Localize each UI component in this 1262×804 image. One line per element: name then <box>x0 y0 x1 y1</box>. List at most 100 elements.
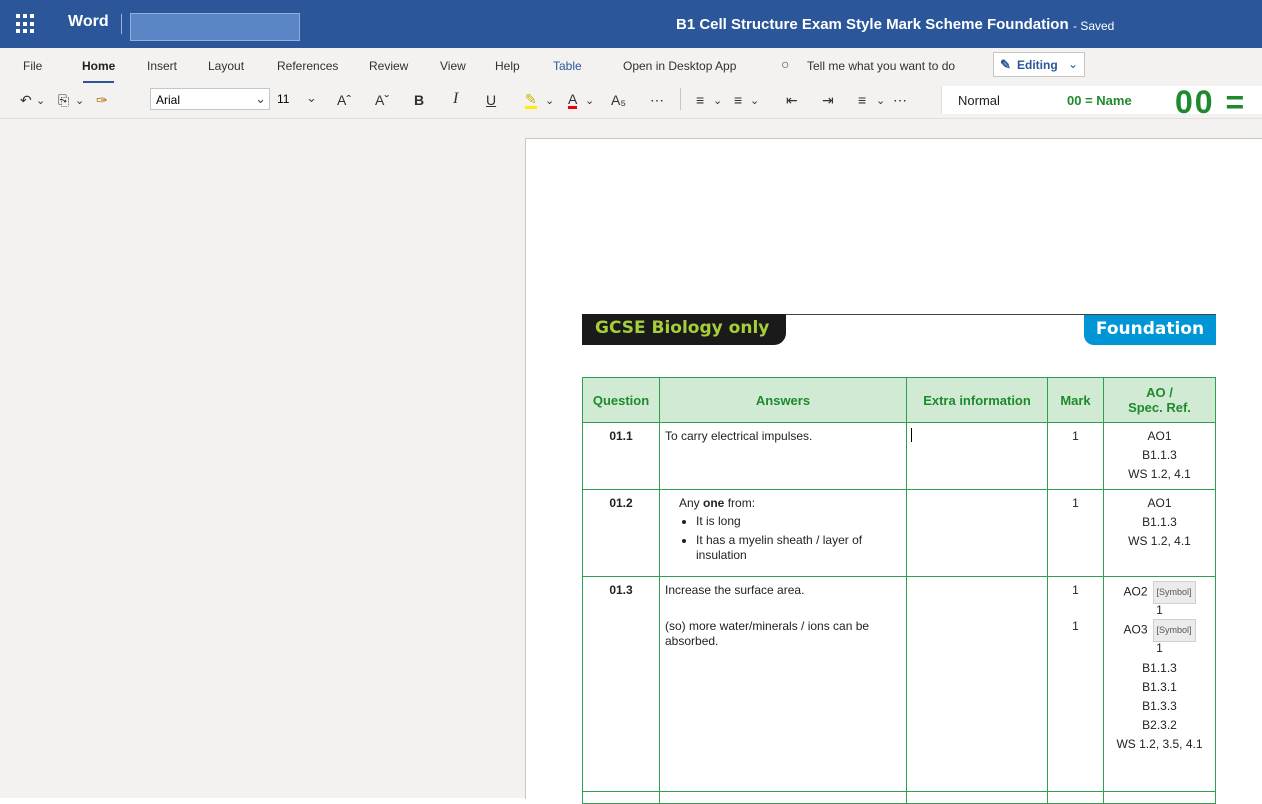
answer-bullets: It is long It has a myelin sheath / laye… <box>679 514 901 563</box>
highlight-icon[interactable]: ✎ <box>525 92 537 109</box>
mark-cell[interactable]: 1 <box>1047 422 1104 490</box>
save-status: - Saved <box>1073 19 1115 33</box>
answer-bold: one <box>703 496 725 510</box>
ao-line: AO1 <box>1147 496 1172 510</box>
mark-value: 1 <box>1072 619 1079 633</box>
increase-indent-icon[interactable]: ⇥ <box>822 92 834 109</box>
ao-line: WS 1.2, 3.5, 4.1 <box>1116 737 1203 751</box>
tab-table[interactable]: Table <box>553 59 582 73</box>
paste-icon[interactable]: ⎘ <box>58 92 69 109</box>
ao-cell[interactable]: AO1 B1.1.3 WS 1.2, 4.1 <box>1103 489 1216 577</box>
table-row[interactable]: 01.2 Any one from: It is long It has a m… <box>582 489 1216 577</box>
text-cursor <box>911 428 912 442</box>
style-big-heading[interactable]: 00 = <box>1175 84 1246 121</box>
header-ao-line2: Spec. Ref. <box>1128 400 1191 415</box>
divider <box>121 14 122 34</box>
undo-icon[interactable]: ↶ <box>20 92 32 109</box>
ao-line: AO2 [Symbol] <box>1104 581 1215 604</box>
extra-cell[interactable] <box>906 576 1048 792</box>
font-name-value: Arial <box>156 93 181 107</box>
chevron-down-icon[interactable]: ⌄ <box>876 94 885 107</box>
answer-cell[interactable]: Any one from: It is long It has a myelin… <box>659 489 907 577</box>
font-color-icon[interactable]: A <box>568 92 578 109</box>
ao-line: AO1 <box>1147 429 1172 443</box>
question-number[interactable]: 01.2 <box>582 489 660 577</box>
bold-icon[interactable]: B <box>414 92 424 108</box>
ao-cell[interactable]: AO2 [Symbol] 1 AO3 [Symbol] 1 B1.1.3 B1.3.… <box>1103 576 1216 792</box>
shrink-font-icon[interactable]: Aˇ <box>375 92 389 108</box>
ao-code: AO3 <box>1123 622 1148 637</box>
font-size-value: 11 <box>277 92 290 106</box>
chevron-down-icon[interactable]: ⌄ <box>750 94 759 107</box>
chevron-down-icon[interactable]: ⌄ <box>585 94 594 107</box>
ao-line: B1.1.3 <box>1142 515 1177 529</box>
lightbulb-icon: ○ <box>781 56 790 72</box>
chevron-down-icon[interactable]: ⌄ <box>545 94 554 107</box>
ao-code: AO2 <box>1123 584 1148 599</box>
numbering-icon[interactable]: ≡ <box>734 92 742 108</box>
header-extra: Extra information <box>906 377 1048 423</box>
tab-layout[interactable]: Layout <box>208 59 244 73</box>
style-name-heading[interactable]: 00 = Name <box>1067 93 1132 108</box>
ao-line: WS 1.2, 4.1 <box>1128 467 1191 481</box>
editing-label: Editing <box>1017 58 1058 72</box>
answer-line-2: (so) more water/minerals / ions can be a… <box>665 619 870 648</box>
ao-cell[interactable]: AO1 B1.1.3 WS 1.2, 4.1 <box>1103 422 1216 490</box>
style-normal[interactable]: Normal <box>958 93 1000 108</box>
header-question: Question <box>582 377 660 423</box>
header-mark: Mark <box>1047 377 1104 423</box>
chevron-down-icon: ⌄ <box>306 90 317 105</box>
styles-gallery[interactable]: Normal 00 = Name 00 = <box>941 84 1262 120</box>
more-icon[interactable]: ⋯ <box>893 92 907 109</box>
tab-help[interactable]: Help <box>495 59 520 73</box>
tab-view[interactable]: View <box>440 59 466 73</box>
chevron-down-icon[interactable]: ⌄ <box>36 94 45 107</box>
chevron-down-icon[interactable]: ⌄ <box>713 94 722 107</box>
chevron-down-icon: ⌄ <box>1068 57 1079 71</box>
underline-icon[interactable]: U <box>486 92 496 108</box>
ao-line: AO3 [Symbol] <box>1104 619 1215 642</box>
clear-formatting-icon[interactable]: A₅ <box>611 92 626 108</box>
mark-scheme-table[interactable]: Question Answers Extra information Mark … <box>582 377 1216 804</box>
app-name[interactable]: Word <box>68 13 109 31</box>
table-row[interactable]: 01.3 Increase the surface area. (so) mor… <box>582 576 1216 792</box>
more-icon[interactable]: ⋯ <box>650 92 664 109</box>
answer-prefix: Any <box>679 496 704 510</box>
font-size-select[interactable]: 11 ⌄ <box>272 88 322 110</box>
ao-line: WS 1.2, 4.1 <box>1128 534 1191 548</box>
divider <box>680 88 681 110</box>
question-number[interactable]: 01.1 <box>582 422 660 490</box>
answer-cell[interactable]: Increase the surface area. (so) more wat… <box>659 576 907 792</box>
tab-insert[interactable]: Insert <box>147 59 177 73</box>
table-row[interactable]: 01.1 To carry electrical impulses. 1 AO1… <box>582 422 1216 490</box>
format-painter-icon[interactable]: ✑ <box>96 92 108 109</box>
tab-file[interactable]: File <box>23 59 42 73</box>
tab-review[interactable]: Review <box>369 59 408 73</box>
extra-cell[interactable] <box>906 489 1048 577</box>
tab-references[interactable]: References <box>277 59 338 73</box>
search-input[interactable] <box>130 13 300 41</box>
tab-home[interactable]: Home <box>82 59 115 83</box>
question-number[interactable]: 01.3 <box>582 576 660 792</box>
open-desktop-app-button[interactable]: Open in Desktop App <box>623 59 736 73</box>
app-launcher-icon[interactable] <box>14 12 36 34</box>
document-title[interactable]: B1 Cell Structure Exam Style Mark Scheme… <box>676 16 1069 33</box>
ao-line: B2.3.2 <box>1142 718 1177 732</box>
tell-me-search[interactable]: Tell me what you want to do <box>807 59 955 73</box>
pencil-icon: ✎ <box>1000 57 1011 72</box>
header-answers: Answers <box>659 377 907 423</box>
answer-cell[interactable]: To carry electrical impulses. <box>659 422 907 490</box>
mark-cell[interactable]: 1 1 <box>1047 576 1104 792</box>
bullets-icon[interactable]: ≡ <box>696 92 704 108</box>
font-name-select[interactable]: Arial ⌄ <box>150 88 270 110</box>
editing-mode-button[interactable]: ✎ Editing ⌄ <box>993 52 1085 77</box>
chevron-down-icon: ⌄ <box>255 91 266 106</box>
decrease-indent-icon[interactable]: ⇤ <box>786 92 798 109</box>
title-bar: Word B1 Cell Structure Exam Style Mark S… <box>0 0 1262 48</box>
italic-icon[interactable]: I <box>453 90 458 108</box>
grow-font-icon[interactable]: Aˆ <box>337 92 351 108</box>
chevron-down-icon[interactable]: ⌄ <box>75 94 84 107</box>
align-icon[interactable]: ≡ <box>858 92 866 108</box>
mark-cell[interactable]: 1 <box>1047 489 1104 577</box>
extra-cell[interactable] <box>906 422 1048 490</box>
